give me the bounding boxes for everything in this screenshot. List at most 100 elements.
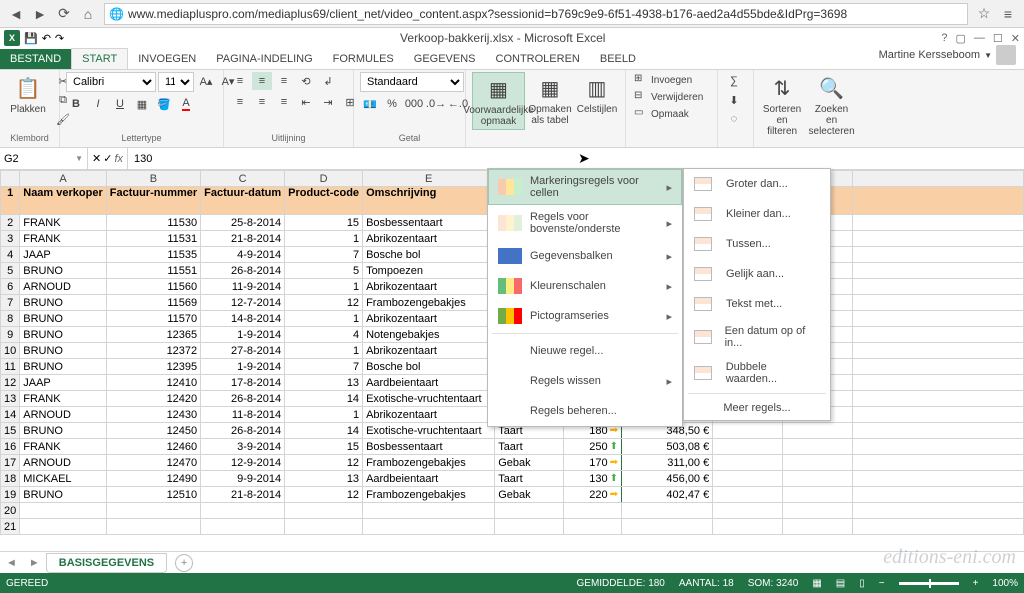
cell[interactable] — [852, 391, 1023, 407]
cell[interactable]: Frambozengebakjes — [363, 487, 495, 503]
cell[interactable]: 11530 — [106, 215, 200, 231]
cell[interactable]: 12490 — [106, 471, 200, 487]
cell[interactable]: Frambozengebakjes — [363, 295, 495, 311]
row-header[interactable]: 12 — [1, 375, 20, 391]
cell[interactable]: 17-8-2014 — [201, 375, 285, 391]
cell[interactable]: Bosche bol — [363, 247, 495, 263]
cell[interactable] — [782, 455, 852, 471]
cell[interactable] — [495, 503, 564, 519]
cell[interactable] — [782, 423, 852, 439]
cell[interactable]: 12 — [285, 295, 363, 311]
cell[interactable] — [713, 471, 783, 487]
cell[interactable] — [782, 439, 852, 455]
cell[interactable]: 250⬆ — [563, 439, 621, 455]
cell[interactable]: Tompoezen — [363, 263, 495, 279]
cell[interactable]: FRANK — [20, 391, 107, 407]
row-header[interactable]: 18 — [1, 471, 20, 487]
cell[interactable] — [713, 519, 783, 535]
cell[interactable]: 12420 — [106, 391, 200, 407]
cell[interactable] — [713, 439, 783, 455]
cell[interactable]: 21-8-2014 — [201, 231, 285, 247]
cell[interactable] — [563, 503, 621, 519]
cell[interactable]: 1-9-2014 — [201, 327, 285, 343]
cell[interactable] — [621, 519, 712, 535]
cell[interactable]: JAAP — [20, 247, 107, 263]
cell[interactable]: 12-9-2014 — [201, 455, 285, 471]
cell[interactable]: Abrikozentaart — [363, 311, 495, 327]
cell[interactable] — [285, 519, 363, 535]
cell[interactable] — [852, 375, 1023, 391]
col-header[interactable] — [852, 171, 1023, 187]
zoom-level[interactable]: 100% — [992, 578, 1018, 589]
cell[interactable] — [285, 503, 363, 519]
cell[interactable]: Exotische-vruchtentaart — [363, 423, 495, 439]
cell[interactable] — [852, 455, 1023, 471]
cell[interactable] — [852, 423, 1023, 439]
tab-nav-next[interactable]: ► — [23, 557, 46, 569]
cell[interactable]: 9-9-2014 — [201, 471, 285, 487]
menu-item[interactable]: Regels voor bovenste/onderste▸ — [488, 205, 682, 241]
cell[interactable]: ARNOUD — [20, 407, 107, 423]
border-icon[interactable]: ▦ — [132, 95, 152, 113]
cell[interactable]: Frambozengebakjes — [363, 455, 495, 471]
zoom-in-button[interactable]: + — [973, 578, 979, 589]
tab-review[interactable]: CONTROLEREN — [486, 49, 590, 69]
cell[interactable] — [20, 519, 107, 535]
name-box-input[interactable] — [4, 153, 75, 165]
inc-decimal-icon[interactable]: .0→ — [426, 95, 446, 113]
cell[interactable] — [782, 487, 852, 503]
format-cells-button[interactable]: ▭Opmaak — [632, 106, 691, 122]
cell[interactable]: JAAP — [20, 375, 107, 391]
row-header[interactable]: 6 — [1, 279, 20, 295]
row-header[interactable]: 14 — [1, 407, 20, 423]
menu-item[interactable]: Tekst met... — [684, 289, 830, 319]
bookmark-icon[interactable]: ☆ — [972, 3, 996, 25]
cell[interactable]: FRANK — [20, 215, 107, 231]
menu-item[interactable]: Kleiner dan... — [684, 199, 830, 229]
fill-color-icon[interactable]: 🪣 — [154, 95, 174, 113]
cell[interactable]: 12 — [285, 455, 363, 471]
align-center-icon[interactable]: ≡ — [252, 93, 272, 111]
row-header[interactable]: 21 — [1, 519, 20, 535]
cell[interactable]: 14-8-2014 — [201, 311, 285, 327]
cell[interactable] — [852, 519, 1023, 535]
cell[interactable]: 26-8-2014 — [201, 423, 285, 439]
conditional-formatting-button[interactable]: ▦ Voorwaardelijke opmaak — [472, 72, 525, 130]
cell[interactable]: 3-9-2014 — [201, 439, 285, 455]
cell[interactable] — [782, 503, 852, 519]
cell[interactable]: 11-8-2014 — [201, 407, 285, 423]
cell[interactable] — [782, 519, 852, 535]
cell[interactable]: Bosbessentaart — [363, 215, 495, 231]
cell[interactable]: BRUNO — [20, 295, 107, 311]
cell[interactable] — [363, 503, 495, 519]
cell[interactable]: Abrikozentaart — [363, 407, 495, 423]
cell[interactable]: 26-8-2014 — [201, 263, 285, 279]
cell[interactable]: Taart — [495, 471, 564, 487]
cell[interactable] — [852, 327, 1023, 343]
cell[interactable]: Bosbessentaart — [363, 439, 495, 455]
menu-item[interactable]: Nieuwe regel... — [488, 336, 682, 366]
menu-item[interactable]: Gelijk aan... — [684, 259, 830, 289]
cell[interactable] — [852, 231, 1023, 247]
find-select-button[interactable]: 🔍 Zoeken en selecteren — [807, 72, 856, 139]
insert-cells-button[interactable]: ⊞Invoegen — [632, 72, 694, 88]
align-middle-icon[interactable]: ≡ — [252, 72, 272, 90]
cell[interactable]: 170➡ — [563, 455, 621, 471]
cell[interactable]: 11551 — [106, 263, 200, 279]
autosum-icon[interactable]: ∑ — [724, 72, 744, 90]
tab-file[interactable]: BESTAND — [0, 49, 71, 69]
cell[interactable]: 21-8-2014 — [201, 487, 285, 503]
cell[interactable]: MICKAEL — [20, 471, 107, 487]
cell[interactable] — [852, 295, 1023, 311]
account-menu[interactable]: Martine Kersseboom ▼ — [871, 41, 1024, 69]
menu-item[interactable]: Regels wissen▸ — [488, 366, 682, 396]
zoom-out-button[interactable]: − — [879, 578, 885, 589]
align-bottom-icon[interactable]: ≡ — [274, 72, 294, 90]
cell[interactable]: 5 — [285, 263, 363, 279]
row-header[interactable]: 8 — [1, 311, 20, 327]
row-header[interactable]: 9 — [1, 327, 20, 343]
cell[interactable]: 1 — [285, 407, 363, 423]
cell[interactable]: 11-9-2014 — [201, 279, 285, 295]
tab-data[interactable]: GEGEVENS — [404, 49, 486, 69]
cell[interactable]: 14 — [285, 391, 363, 407]
